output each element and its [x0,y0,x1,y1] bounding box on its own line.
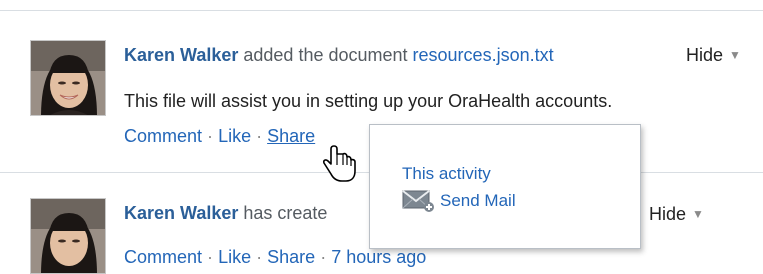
avatar[interactable] [30,198,106,274]
activity-headline: Karen Walker added the document resource… [124,45,554,66]
share-link[interactable]: Share [267,247,315,267]
activity-verb: added the document [238,45,413,65]
author-link[interactable]: Karen Walker [124,203,238,223]
share-popup-menu: This activity Send Mail [369,124,641,249]
comment-link[interactable]: Comment [124,247,202,267]
send-mail-icon [402,190,434,212]
hide-label: Hide [686,45,724,65]
hand-pointer-icon [323,145,356,182]
chevron-down-icon: ▼ [692,207,704,221]
activity-verb: has create [238,203,328,223]
like-link[interactable]: Like [218,126,251,146]
hide-button[interactable]: Hide ▼ [686,45,741,66]
hide-button[interactable]: Hide ▼ [649,204,704,225]
separator: · [256,126,263,146]
share-link[interactable]: Share [267,126,315,146]
avatar[interactable] [30,40,106,116]
activity-actions: Comment · Like · Share [124,126,315,147]
timestamp: 7 hours ago [331,247,427,267]
comment-link[interactable]: Comment [124,126,202,146]
separator: · [207,247,214,267]
menu-item-this-activity[interactable]: This activity [402,164,491,184]
separator: · [320,247,327,267]
author-link[interactable]: Karen Walker [124,45,238,65]
document-link[interactable]: resources.json.txt [413,45,554,65]
top-divider [0,10,763,11]
activity-actions: Comment · Like · Share · 7 hours ago [124,247,426,268]
activity-headline: Karen Walker has create [124,203,327,224]
chevron-down-icon: ▼ [729,48,741,62]
avatar-image [31,199,105,273]
like-link[interactable]: Like [218,247,251,267]
activity-body: This file will assist you in setting up … [124,91,613,111]
separator: · [207,126,214,146]
hide-label: Hide [649,204,687,224]
avatar-image [31,41,105,115]
menu-item-label: Send Mail [440,191,516,210]
menu-item-send-mail[interactable]: Send Mail [402,189,516,213]
separator: · [256,247,263,267]
